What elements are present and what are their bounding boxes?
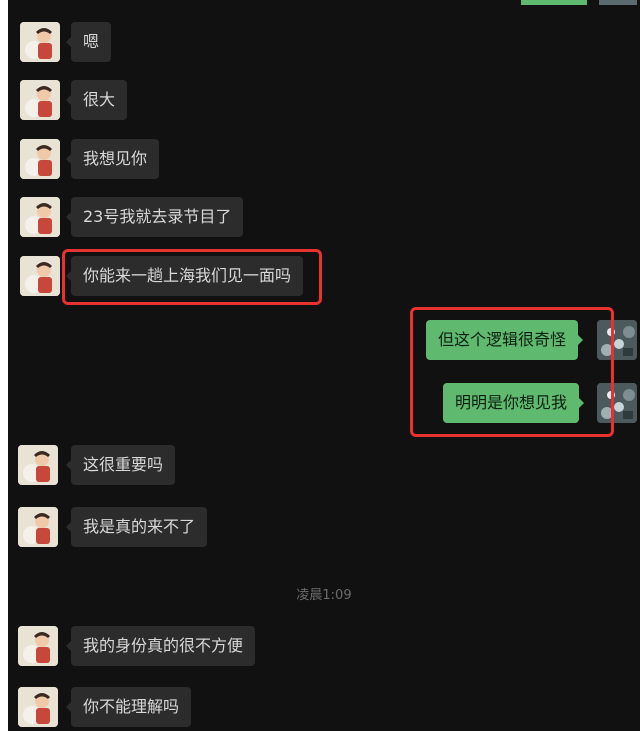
- chat-window: 嗯 很大 我想见你 23号我就去录节目了 你能来一趟上海我们见一面吗 但这个逻辑…: [8, 0, 640, 731]
- contact-avatar[interactable]: [20, 197, 60, 237]
- incoming-message[interactable]: 这很重要吗: [65, 445, 176, 485]
- incoming-message[interactable]: 你不能理解吗: [65, 687, 192, 727]
- incoming-message[interactable]: 23号我就去录节目了: [65, 197, 244, 237]
- message-timestamp: 凌晨1:09: [296, 588, 352, 603]
- partial-self-avatar: [599, 0, 637, 5]
- incoming-message[interactable]: 我想见你: [65, 139, 160, 179]
- contact-avatar[interactable]: [20, 80, 60, 120]
- partial-outgoing-bubble: [521, 0, 587, 5]
- contact-avatar[interactable]: [18, 626, 58, 666]
- red-highlight-box: [410, 307, 614, 437]
- contact-avatar[interactable]: [20, 256, 60, 296]
- incoming-message[interactable]: 我是真的来不了: [65, 507, 208, 547]
- red-highlight-box: [62, 249, 322, 305]
- contact-avatar[interactable]: [18, 687, 58, 727]
- contact-avatar[interactable]: [18, 507, 58, 547]
- incoming-message[interactable]: 我的身份真的很不方便: [65, 626, 256, 666]
- contact-avatar[interactable]: [20, 139, 60, 179]
- incoming-message[interactable]: 嗯: [65, 22, 112, 62]
- incoming-message[interactable]: 很大: [65, 80, 128, 120]
- contact-avatar[interactable]: [20, 22, 60, 62]
- contact-avatar[interactable]: [18, 445, 58, 485]
